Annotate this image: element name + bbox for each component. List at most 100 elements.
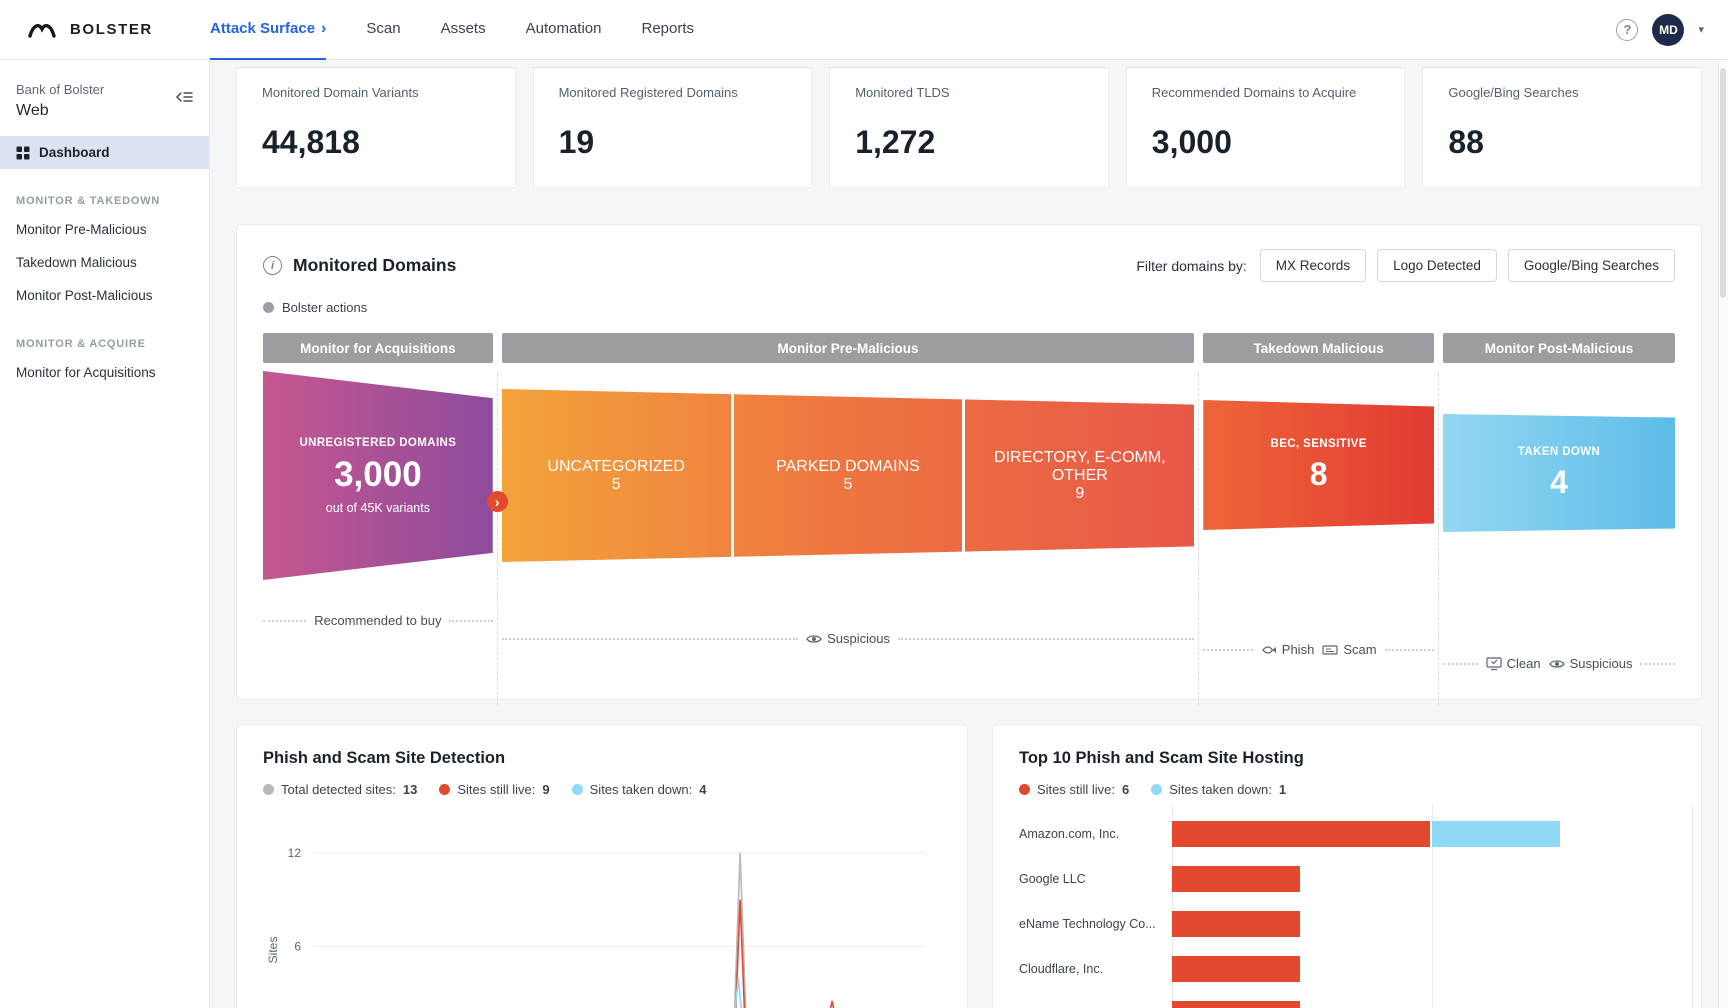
footer-label: Suspicious <box>827 631 890 646</box>
sidebar: Bank of Bolster Web Dashboard MONITOR & … <box>0 60 210 1008</box>
funnel-footer-pre-malicious: Suspicious <box>502 631 1195 646</box>
workspace-header: Bank of Bolster Web <box>0 60 209 136</box>
nav-automation[interactable]: Automation <box>526 0 602 60</box>
sidebar-item-dashboard[interactable]: Dashboard <box>0 136 209 169</box>
funnel-body: TAKEN DOWN 4 <box>1443 414 1675 644</box>
nav-attack-surface[interactable]: Attack Surface › <box>210 0 326 60</box>
filter-label: Filter domains by: <box>1136 258 1246 274</box>
stat-label: Monitored Domain Variants <box>262 85 490 100</box>
funnel-segment-value: 5 <box>844 476 853 494</box>
dotted-line <box>449 620 492 622</box>
stat-recommended-domains: Recommended Domains to Acquire 3,000 <box>1126 67 1406 188</box>
legend-label: Total detected sites: <box>281 782 396 797</box>
funnel-col-acquisitions: Monitor for Acquisitions UNREGISTERED DO… <box>263 333 493 671</box>
series-line <box>313 853 918 1008</box>
funnel-segment-value: 5 <box>612 476 621 494</box>
hosting-row: Cloudflare, Inc. <box>1019 946 1675 991</box>
dotted-line <box>1385 649 1435 651</box>
monitored-domains-panel: i Monitored Domains Filter domains by: M… <box>236 224 1702 700</box>
funnel-block-taken-down[interactable]: TAKEN DOWN 4 <box>1443 414 1675 532</box>
sidebar-item-label: Dashboard <box>39 145 110 160</box>
gridline <box>1692 805 1693 1008</box>
bolster-actions-dot <box>263 302 274 313</box>
funnel-segment-uncategorized[interactable]: UNCATEGORIZED 5 <box>502 389 731 562</box>
filter-logo-detected-button[interactable]: Logo Detected <box>1377 249 1497 282</box>
sidebar-section-monitor-acquire: MONITOR & ACQUIRE <box>0 338 209 350</box>
funnel-block-bec-sensitive[interactable]: BEC, SENSITIVE 8 <box>1203 400 1434 530</box>
stat-value: 3,000 <box>1152 124 1380 161</box>
charts-row: Phish and Scam Site Detection Total dete… <box>236 724 1702 1008</box>
help-icon[interactable]: ? <box>1616 19 1638 41</box>
workspace-name: Web <box>16 102 193 120</box>
footer-scam: Scam <box>1322 642 1376 657</box>
live-bar <box>1172 866 1300 892</box>
org-name: Bank of Bolster <box>16 82 193 97</box>
monitored-domains-header: i Monitored Domains Filter domains by: M… <box>263 249 1675 282</box>
dotted-line <box>898 638 1194 640</box>
hosting-row: Amazon.com, Inc. <box>1019 811 1675 856</box>
chart-title: Top 10 Phish and Scam Site Hosting <box>1019 749 1675 768</box>
funnel-segment-label: PARKED DOMAINS <box>776 458 920 476</box>
nav-scan[interactable]: Scan <box>366 0 400 60</box>
funnel-col-header: Monitor for Acquisitions <box>263 333 493 363</box>
nav-label: Attack Surface <box>210 20 315 37</box>
footer-clean: Clean <box>1486 656 1541 671</box>
funnel-arrow-icon[interactable]: › <box>487 491 508 512</box>
taken-bar <box>1432 821 1560 847</box>
scrollbar-thumb[interactable] <box>1720 68 1726 298</box>
funnel-pre-malicious-wrap: UNCATEGORIZED 5 PARKED DOMAINS 5 DIRECTO… <box>502 389 1195 562</box>
brand[interactable]: BOLSTER <box>0 18 210 42</box>
funnel-col-header: Monitor Post-Malicious <box>1443 333 1675 363</box>
chevron-right-icon: › <box>321 21 326 37</box>
live-bar <box>1172 911 1300 937</box>
nav-reports[interactable]: Reports <box>641 0 694 60</box>
info-icon[interactable]: i <box>263 256 282 275</box>
nav-label: Reports <box>641 20 694 37</box>
stat-value: 44,818 <box>262 124 490 161</box>
dotted-line <box>502 638 798 640</box>
legend-label: Sites taken down: <box>1169 782 1272 797</box>
funnel-segment-parked-domains[interactable]: PARKED DOMAINS 5 <box>731 389 963 562</box>
legend-sites-live: Sites still live: 6 <box>1019 782 1129 797</box>
funnel-block-value: 3,000 <box>334 455 422 495</box>
funnel-block-unregistered-domains[interactable]: UNREGISTERED DOMAINS 3,000 out of 45K va… <box>263 371 493 580</box>
sidebar-item-monitor-post-malicious[interactable]: Monitor Post-Malicious <box>0 279 209 312</box>
dotted-line <box>263 620 306 622</box>
sidebar-item-monitor-for-acquisitions[interactable]: Monitor for Acquisitions <box>0 356 209 389</box>
live-bar <box>1172 956 1300 982</box>
filter-google-bing-button[interactable]: Google/Bing Searches <box>1508 249 1675 282</box>
stat-monitored-tlds: Monitored TLDS 1,272 <box>829 67 1109 188</box>
scrollbar[interactable] <box>1718 60 1728 1008</box>
nav-assets[interactable]: Assets <box>441 0 486 60</box>
live-bar <box>1172 821 1430 847</box>
sidebar-item-takedown-malicious[interactable]: Takedown Malicious <box>0 246 209 279</box>
top-navigation: BOLSTER Attack Surface › Scan Assets Aut… <box>0 0 1728 60</box>
footer-label: Clean <box>1507 656 1541 671</box>
dotted-line <box>1443 663 1478 665</box>
collapse-sidebar-icon[interactable] <box>175 90 193 109</box>
funnel-body: UNREGISTERED DOMAINS 3,000 out of 45K va… <box>263 371 493 601</box>
bolster-actions-label: Bolster actions <box>282 300 367 315</box>
hosting-category-label: Cloudflare, Inc. <box>1019 962 1172 976</box>
filter-mx-records-button[interactable]: MX Records <box>1260 249 1366 282</box>
funnel-footer-post-malicious: Clean Suspicious <box>1443 656 1675 671</box>
sidebar-item-monitor-pre-malicious[interactable]: Monitor Pre-Malicious <box>0 213 209 246</box>
app-page: BOLSTER Attack Surface › Scan Assets Aut… <box>0 0 1728 1008</box>
hosting-category-label: eName Technology Co... <box>1019 917 1172 931</box>
funnel-col-header: Monitor Pre-Malicious <box>502 333 1195 363</box>
chevron-down-icon[interactable]: ▾ <box>1698 23 1704 36</box>
legend-value: 9 <box>542 782 549 797</box>
footer-label: Phish <box>1282 642 1315 657</box>
funnel-col-pre-malicious: Monitor Pre-Malicious › UNCATEGORIZED 5 … <box>502 333 1195 671</box>
stat-label: Monitored Registered Domains <box>559 85 787 100</box>
detection-legend: Total detected sites: 13 Sites still liv… <box>263 782 941 797</box>
avatar[interactable]: MD <box>1652 14 1684 46</box>
legend-sites-live: Sites still live: 9 <box>439 782 549 797</box>
funnel-col-post-malicious: Monitor Post-Malicious TAKEN DOWN 4 Clea… <box>1443 333 1675 671</box>
funnel-segment-directory-ecomm-other[interactable]: DIRECTORY, E-COMM, OTHER 9 <box>962 389 1194 562</box>
nav-label: Scan <box>366 20 400 37</box>
legend-dot <box>572 784 583 795</box>
stats-row: Monitored Domain Variants 44,818 Monitor… <box>236 67 1702 188</box>
legend-label: Sites still live: <box>1037 782 1115 797</box>
footer-label: Scam <box>1343 642 1376 657</box>
